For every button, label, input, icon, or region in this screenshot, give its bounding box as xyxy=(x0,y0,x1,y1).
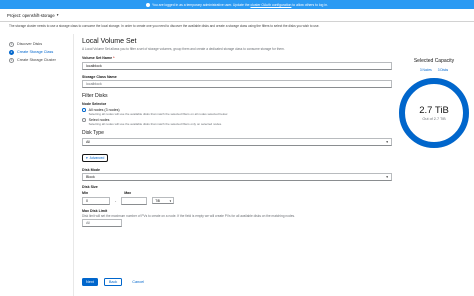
wizard-footer: Next Back Cancel xyxy=(82,278,148,286)
disk-size-labels: Min Max xyxy=(82,191,392,195)
disk-size-label: Disk Size xyxy=(82,185,98,189)
chevron-down-icon: ▾ xyxy=(386,139,388,144)
step-label: Discover Disks xyxy=(17,42,43,46)
min-size-input[interactable]: 0 xyxy=(82,196,110,205)
selected-capacity-panel: Selected Capacity 3 Nodes 3 Disks 2.7 Ti… xyxy=(394,58,474,150)
step-number: 3 xyxy=(9,57,14,63)
all-nodes-radio[interactable] xyxy=(82,108,86,112)
disk-mode-label: Disk Mode xyxy=(82,167,100,172)
chevron-down-icon: ▾ xyxy=(56,13,59,17)
banner-text: You are logged in as a temporary adminis… xyxy=(152,2,250,7)
max-disk-limit-input[interactable]: All xyxy=(82,219,122,227)
volume-set-name-label: Volume Set Name * xyxy=(82,56,115,60)
chevron-down-icon: ▾ xyxy=(169,198,172,203)
advanced-label: Advanced xyxy=(89,155,105,160)
step-number: 1 xyxy=(9,41,14,47)
size-unit-select[interactable]: TiB ▾ xyxy=(152,197,175,204)
max-label: Max xyxy=(124,191,132,195)
cancel-button[interactable]: Cancel xyxy=(128,278,148,286)
select-nodes-radio[interactable] xyxy=(82,118,86,122)
disk-mode-value: Block xyxy=(86,175,95,179)
step-number: 2 xyxy=(9,49,14,55)
wizard-steps: 1 Discover Disks 2 Create Storage Class … xyxy=(9,40,69,64)
disk-mode-select[interactable]: Block ▾ xyxy=(82,173,392,181)
oauth-config-link[interactable]: cluster OAuth configuration xyxy=(250,3,291,7)
donut-center: 2.7 TiB Out of 2.7 TiB xyxy=(397,76,471,150)
volume-set-form: Local Volume Set A Local Volume Set allo… xyxy=(82,38,392,227)
step-create-storage-cluster[interactable]: 3 Create Storage Cluster xyxy=(9,56,69,64)
page-title: Local Volume Set xyxy=(82,38,137,45)
all-nodes-description: Selecting all nodes will use the availab… xyxy=(88,112,229,116)
step-create-storage-class[interactable]: 2 Create Storage Class xyxy=(9,48,69,56)
project-bar: Project: openshift-storage ▾ xyxy=(0,9,474,22)
select-nodes-description: Selecting all nodes will use the availab… xyxy=(88,122,223,126)
advanced-toggle[interactable]: ▾ Advanced xyxy=(82,153,109,162)
banner-suffix: to allow others to log in. xyxy=(292,2,328,7)
caret-down-icon: ▾ xyxy=(86,155,88,160)
disks-count-link[interactable]: 3 Disks xyxy=(438,68,448,72)
min-label: Min xyxy=(82,191,89,195)
disk-size-row: 0 - TiB ▾ xyxy=(82,196,392,205)
step-label: Create Storage Cluster xyxy=(17,58,56,62)
info-icon xyxy=(146,2,151,7)
next-button[interactable]: Next xyxy=(82,278,98,286)
capacity-title: Selected Capacity xyxy=(413,58,455,64)
chevron-down-icon: ▾ xyxy=(386,175,388,179)
project-label: Project: openshift-storage xyxy=(7,12,55,18)
max-size-input[interactable] xyxy=(121,196,148,205)
page-description: A Local Volume Set allows you to filter … xyxy=(82,47,285,51)
range-dash: - xyxy=(115,198,117,203)
storage-class-name-input[interactable]: localblock xyxy=(82,80,392,88)
capacity-value: 2.7 TiB xyxy=(419,105,449,116)
capacity-meta: 3 Nodes 3 Disks xyxy=(394,68,474,72)
disk-type-value: All xyxy=(86,139,90,144)
info-alert: The storage cluster needs to use a stora… xyxy=(0,22,474,30)
size-unit-value: TiB xyxy=(155,198,160,203)
volume-set-name-input[interactable]: localblock xyxy=(82,61,392,70)
max-disk-limit-label: Max Disk Limit xyxy=(82,208,108,213)
alert-text: The storage cluster needs to use a stora… xyxy=(9,24,320,28)
step-label: Create Storage Class xyxy=(17,50,54,54)
step-discover-disks[interactable]: 1 Discover Disks xyxy=(9,40,69,48)
disk-type-title: Disk Type xyxy=(82,130,104,136)
filter-disks-title: Filter Disks xyxy=(82,93,108,99)
admin-banner: You are logged in as a temporary adminis… xyxy=(0,0,474,9)
nodes-count-link[interactable]: 3 Nodes xyxy=(420,68,432,72)
node-selector-label: Node Selector xyxy=(82,102,107,106)
disk-type-select[interactable]: All ▾ xyxy=(82,137,392,146)
capacity-donut: 2.7 TiB Out of 2.7 TiB xyxy=(397,76,471,150)
max-disk-limit-description: Disk limit will set the maximum number o… xyxy=(82,213,295,218)
storage-class-name-label: Storage Class Name xyxy=(82,74,117,79)
capacity-total: Out of 2.7 TiB xyxy=(422,117,446,121)
project-selector[interactable]: Project: openshift-storage ▾ xyxy=(7,13,58,18)
divider xyxy=(73,34,74,296)
back-button[interactable]: Back xyxy=(103,278,123,286)
